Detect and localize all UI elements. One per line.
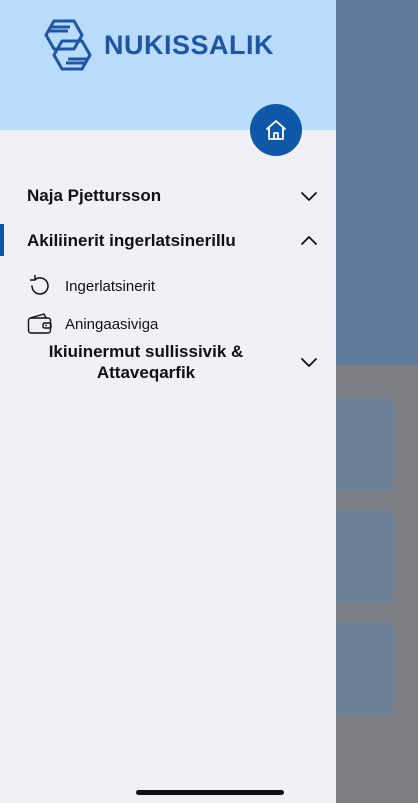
menu-section-label: Naja Pjettursson [27, 186, 162, 205]
menu-section-profile[interactable]: Naja Pjettursson [0, 183, 336, 209]
navigation-drawer: NUKISSALIK Naja Pjettursson Akiliinerit … [0, 0, 336, 803]
menu-item-wallet[interactable]: Aningaasiviga [26, 310, 158, 338]
menu-section-label: Ikiuinermut sullissivik & Attaveqarfik [48, 342, 244, 382]
brand-name: NUKISSALIK [104, 29, 275, 60]
chevron-up-icon[interactable] [300, 232, 318, 250]
wallet-icon [26, 310, 54, 338]
home-icon [266, 120, 286, 140]
home-button[interactable] [250, 104, 302, 156]
nukissalik-logo-icon [44, 19, 92, 71]
menu-item-transactions[interactable]: Ingerlatsinerit [26, 272, 155, 300]
menu-section-label: Akiliinerit ingerlatsinerillu [27, 231, 236, 250]
menu-item-label: Aningaasiviga [65, 315, 159, 333]
chevron-down-icon[interactable] [300, 187, 318, 205]
menu-section-accounts[interactable]: Akiliinerit ingerlatsinerillu [0, 228, 336, 254]
menu-item-label: Ingerlatsinerit [65, 277, 156, 295]
refresh-icon [26, 272, 54, 300]
brand-logo: NUKISSALIK [40, 17, 274, 73]
chevron-down-icon[interactable] [300, 353, 318, 371]
menu-section-support[interactable]: Ikiuinermut sullissivik & Attaveqarfik [0, 341, 336, 383]
home-indicator[interactable] [136, 790, 284, 795]
